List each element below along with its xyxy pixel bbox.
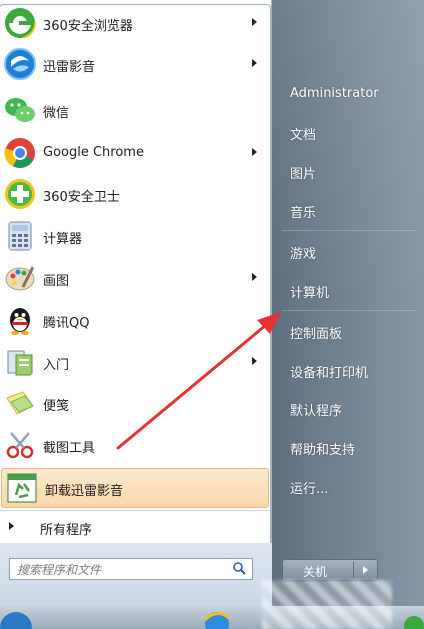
search-box[interactable] xyxy=(9,558,253,580)
program-item-snipping-tool[interactable]: 截图工具 xyxy=(0,426,270,466)
program-label: 微信 xyxy=(43,106,70,121)
program-label: 截图工具 xyxy=(43,441,96,456)
program-item-getting-started[interactable]: 入门 xyxy=(0,343,270,383)
program-item-paint[interactable]: 画图 xyxy=(0,259,270,299)
program-item-uninstall-xunlei[interactable]: 卸载迅雷影音 xyxy=(1,468,269,508)
right-item-run[interactable]: 运行... xyxy=(290,478,328,497)
right-item-administrator[interactable]: Administrator xyxy=(290,86,379,101)
360-browser-icon xyxy=(4,7,36,39)
right-item-computer[interactable]: 计算机 xyxy=(290,282,329,301)
xunlei-player-icon xyxy=(4,48,36,80)
submenu-arrow-icon xyxy=(252,18,257,26)
qq-penguin-icon xyxy=(10,308,30,335)
paint-icon xyxy=(5,266,35,291)
start-orb-icon[interactable] xyxy=(0,606,34,629)
recycle-uninstall-icon xyxy=(7,473,37,503)
start-menu-right-panel: Administrator 文档 图片 音乐 游戏 计算机 控制面板 设备和打印… xyxy=(272,0,424,629)
program-label: 迅雷影音 xyxy=(43,60,96,75)
submenu-arrow-icon xyxy=(252,148,257,156)
sticky-notes-icon xyxy=(6,391,34,415)
calculator-icon xyxy=(8,221,32,251)
program-item-chrome[interactable]: Google Chrome xyxy=(0,134,270,174)
program-item-sticky-notes[interactable]: 便笺 xyxy=(0,384,270,424)
chrome-icon xyxy=(4,138,35,168)
program-label: 画图 xyxy=(43,274,70,289)
program-label: 卸载迅雷影音 xyxy=(45,484,124,499)
program-item-calculator[interactable]: 计算器 xyxy=(0,217,270,257)
search-icon[interactable] xyxy=(232,561,246,575)
all-programs-button[interactable]: 所有程序 xyxy=(0,510,270,543)
program-item-360-browser[interactable]: 360安全浏览器 xyxy=(0,4,270,44)
search-area xyxy=(0,543,272,606)
right-item-devices-printers[interactable]: 设备和打印机 xyxy=(290,362,368,381)
ie-browser-icon[interactable] xyxy=(202,608,232,629)
right-item-documents[interactable]: 文档 xyxy=(290,124,316,143)
program-label: 便笺 xyxy=(43,399,70,414)
program-label: Google Chrome xyxy=(43,145,144,160)
right-item-music[interactable]: 音乐 xyxy=(290,202,316,221)
right-item-help-support[interactable]: 帮助和支持 xyxy=(290,439,355,458)
right-separator xyxy=(282,310,416,311)
program-label: 360安全卫士 xyxy=(43,190,120,205)
getting-started-icon xyxy=(7,350,33,376)
right-item-pictures[interactable]: 图片 xyxy=(290,163,316,182)
program-item-360-safeguard[interactable]: 360安全卫士 xyxy=(0,175,270,215)
shutdown-options-arrow-icon[interactable] xyxy=(363,566,368,574)
program-label: 入门 xyxy=(43,358,70,373)
program-item-xunlei-player[interactable]: 迅雷影音 xyxy=(0,45,270,85)
right-item-games[interactable]: 游戏 xyxy=(290,243,316,262)
shutdown-button[interactable]: 关机 xyxy=(282,559,378,581)
shutdown-divider xyxy=(353,562,354,578)
expand-arrow-icon xyxy=(9,522,14,530)
submenu-arrow-icon xyxy=(252,273,257,281)
360-safeguard-icon xyxy=(5,179,35,209)
right-separator xyxy=(282,230,416,231)
program-label: 360安全浏览器 xyxy=(43,19,133,34)
tray-icon[interactable] xyxy=(400,608,424,629)
all-programs-label: 所有程序 xyxy=(40,523,93,538)
program-label: 计算器 xyxy=(43,232,83,247)
submenu-arrow-icon xyxy=(252,59,257,67)
right-item-control-panel[interactable]: 控制面板 xyxy=(290,323,342,342)
start-menu-left-panel: 360安全浏览器 迅雷影音 微信 Google Chrome 360安全卫士 计… xyxy=(0,0,272,606)
watermark-blur xyxy=(262,580,392,629)
wechat-icon xyxy=(5,98,35,122)
right-item-default-programs[interactable]: 默认程序 xyxy=(290,400,342,419)
program-item-qq[interactable]: 腾讯QQ xyxy=(0,301,270,341)
shutdown-label: 关机 xyxy=(303,565,328,579)
snipping-tool-icon xyxy=(6,432,34,459)
submenu-arrow-icon xyxy=(252,357,257,365)
program-item-wechat[interactable]: 微信 xyxy=(0,91,270,131)
program-label: 腾讯QQ xyxy=(43,316,90,331)
search-input[interactable] xyxy=(15,561,229,579)
